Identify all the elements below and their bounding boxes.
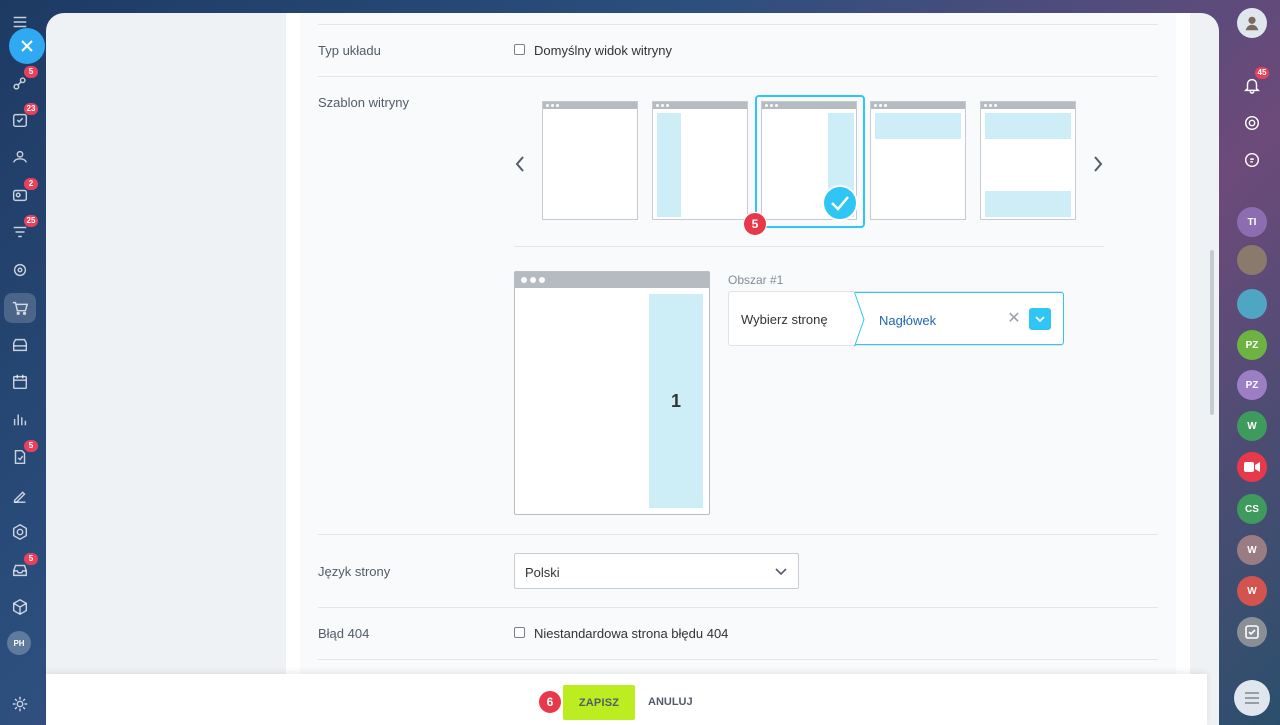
layout-type-label: Typ układu [318, 43, 381, 58]
language-label: Język strony [318, 564, 391, 579]
store-icon[interactable] [6, 331, 34, 359]
calendar-icon[interactable] [6, 368, 34, 396]
save-button[interactable]: ZAPISZ [563, 685, 635, 720]
target-icon[interactable] [6, 256, 34, 284]
feed-badge: 5 [24, 66, 38, 78]
tasks-icon[interactable]: 23 [6, 103, 38, 134]
divider [318, 76, 1158, 77]
divider [318, 24, 1158, 25]
site-template-label: Szablon witryny [318, 95, 410, 110]
error404-label: Błąd 404 [318, 626, 370, 641]
template-header[interactable] [870, 101, 966, 220]
close-icon [21, 40, 33, 52]
divider [318, 534, 1158, 535]
tasks-badge: 23 [24, 103, 38, 115]
page-dropdown-button[interactable] [1029, 308, 1051, 330]
crm-funnel-icon[interactable]: 25 [6, 215, 38, 246]
default-view-checkbox[interactable] [514, 44, 525, 55]
divider [318, 659, 1158, 660]
chat-avatar-w-3[interactable]: W [1237, 576, 1267, 606]
chat-avatar-w-2[interactable]: W [1237, 535, 1267, 565]
layout-preview: 1 [514, 271, 710, 515]
chevron-down-icon [775, 568, 787, 576]
clear-selection-icon[interactable]: ✕ [1005, 310, 1023, 328]
language-select-value: Polski [525, 565, 560, 580]
left-sidebar: 5 23 2 25 5 5 PH [0, 0, 46, 725]
contact-center-badge: 2 [24, 178, 38, 190]
settings-content: Typ układu Domyślny widok witryny Szablo… [286, 13, 1190, 725]
template-prev-arrow-icon[interactable] [510, 154, 530, 174]
chat-avatar-pz-1[interactable]: PZ [1237, 330, 1267, 360]
inbox-icon[interactable]: 5 [6, 553, 38, 584]
language-select[interactable]: Polski [514, 553, 799, 589]
custom-404-checkbox-label[interactable]: Niestandardowa strona błędu 404 [534, 626, 728, 641]
area-title: Obszar #1 [728, 273, 784, 287]
form-footer: 6 ZAPISZ ANULUJ [46, 674, 1207, 725]
analytics-icon[interactable] [6, 405, 34, 433]
chat-avatar-cs[interactable]: CS [1237, 494, 1267, 524]
docs-badge: 5 [24, 440, 38, 452]
profile-avatar[interactable] [1237, 8, 1267, 38]
template-left-column[interactable] [652, 101, 748, 220]
area-page-selector: Wybierz stronę Nagłówek ✕ [728, 291, 1064, 347]
chat-avatar-photo[interactable] [1237, 245, 1267, 275]
template-empty[interactable] [542, 101, 638, 220]
docs-icon[interactable]: 5 [6, 440, 38, 471]
chat-avatar-ti[interactable]: TI [1237, 207, 1267, 237]
shop-cart-icon[interactable] [4, 293, 36, 323]
chat-avatar-pz-2[interactable]: PZ [1237, 370, 1267, 400]
divider [514, 246, 1104, 247]
template-next-arrow-icon[interactable] [1088, 154, 1108, 174]
crm-badge: 25 [24, 215, 38, 227]
selected-page-chip[interactable]: Nagłówek ✕ [854, 292, 1064, 347]
user-avatar[interactable]: PH [7, 631, 31, 655]
hexagon-icon[interactable] [6, 518, 34, 546]
notifications-badge: 45 [1255, 67, 1269, 79]
inbox-badge: 5 [24, 553, 38, 565]
contact-center-icon[interactable]: 2 [6, 178, 38, 209]
messenger-list-icon[interactable] [1234, 680, 1270, 716]
users-icon[interactable] [6, 143, 34, 171]
video-call-icon[interactable] [1237, 452, 1267, 482]
chat-avatar-task[interactable] [1237, 617, 1267, 647]
choose-page-label: Wybierz stronę [741, 312, 828, 327]
sign-icon[interactable] [6, 481, 34, 509]
settings-gear-icon[interactable] [6, 690, 34, 718]
copilot-icon[interactable] [1237, 108, 1267, 138]
scrollbar[interactable] [1210, 250, 1214, 415]
feed-icon[interactable]: 5 [6, 66, 38, 97]
selected-page-value: Nagłówek [879, 313, 937, 328]
settings-form: Typ układu Domyślny widok witryny Szablo… [300, 13, 1176, 725]
cancel-button[interactable]: ANULUJ [648, 696, 693, 708]
chevron-down-icon [1035, 315, 1045, 322]
right-sidebar: 45 TI PZ PZ W CS W W [1226, 0, 1280, 725]
custom-404-checkbox[interactable] [514, 627, 525, 638]
close-slider-button[interactable] [9, 28, 45, 64]
chat-search-icon[interactable] [1237, 145, 1267, 175]
divider [318, 607, 1158, 608]
box-icon[interactable] [6, 593, 34, 621]
notifications-bell-icon[interactable]: 45 [1237, 67, 1269, 100]
preview-area-1: 1 [649, 294, 703, 508]
selected-check-icon [822, 185, 858, 221]
chat-avatar-w-1[interactable]: W [1237, 411, 1267, 441]
step-6-annotation: 6 [538, 690, 562, 714]
default-view-checkbox-label[interactable]: Domyślny widok witryny [534, 43, 672, 58]
chat-avatar-group[interactable] [1237, 289, 1267, 319]
template-header-footer[interactable] [980, 101, 1076, 220]
step-5-annotation: 5 [743, 212, 767, 236]
